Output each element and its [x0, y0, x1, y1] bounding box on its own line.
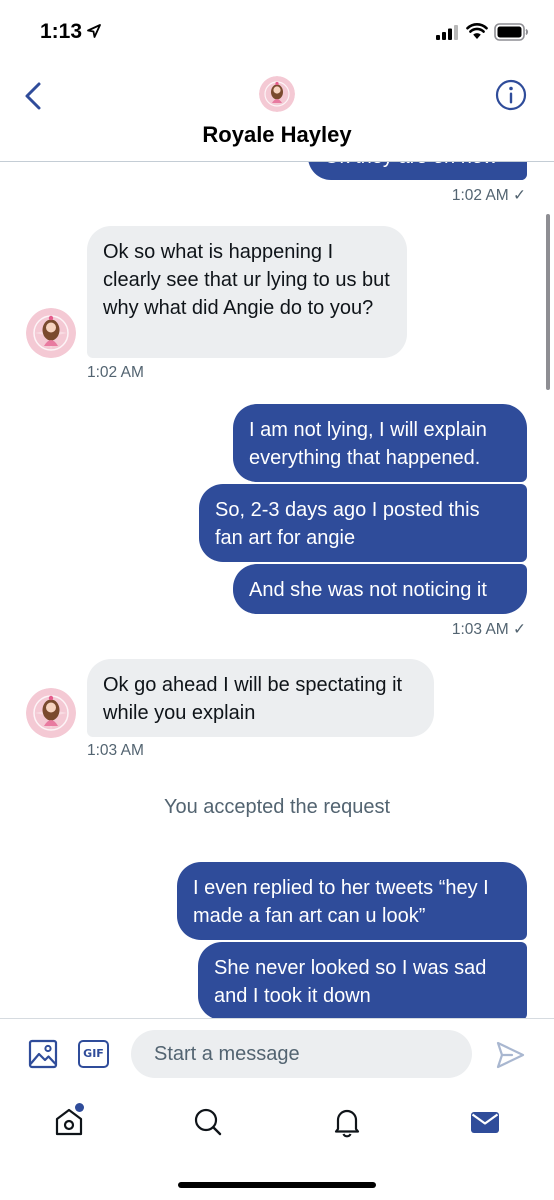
message-composer: GIF [0, 1018, 554, 1094]
bell-icon [334, 1109, 360, 1138]
message-timestamp: 1:02 AM ✓ [451, 187, 526, 204]
avatar[interactable] [26, 308, 76, 358]
bottom-tab-bar [0, 1094, 554, 1200]
avatar[interactable] [259, 76, 295, 112]
outgoing-message[interactable]: I even replied to her tweets “hey I made… [177, 862, 527, 940]
incoming-message[interactable]: Ok so what is happening I clearly see th… [87, 226, 407, 358]
incoming-message[interactable]: Ok go ahead I will be spectating it whil… [87, 659, 434, 737]
home-indicator[interactable] [178, 1182, 376, 1188]
avatar[interactable] [26, 688, 76, 738]
outgoing-message[interactable]: She never looked so I was sad and I took… [198, 942, 527, 1018]
notification-dot [75, 1103, 84, 1112]
message-list[interactable]: Ok they are on now 1:02 AM ✓ Ok so what … [0, 162, 554, 1018]
message-timestamp: 1:03 AM [87, 742, 144, 759]
outgoing-message[interactable]: I am not lying, I will explain everythin… [233, 404, 527, 482]
outgoing-message[interactable]: So, 2-3 days ago I posted this fan art f… [199, 484, 527, 562]
message-input[interactable] [131, 1030, 472, 1078]
tab-home[interactable] [47, 1100, 91, 1144]
signal-icon [436, 25, 458, 40]
location-arrow-icon [87, 24, 101, 38]
status-bar: 1:13 [0, 0, 554, 64]
battery-icon [494, 23, 529, 41]
status-time: 1:13 [40, 20, 83, 43]
message-timestamp: 1:02 AM [87, 364, 144, 381]
outgoing-message[interactable]: Ok they are on now [308, 162, 527, 180]
system-message: You accepted the request [163, 796, 391, 818]
tab-messages[interactable] [463, 1100, 507, 1144]
mail-icon [471, 1112, 499, 1133]
tab-notifications[interactable] [325, 1100, 369, 1144]
outgoing-message[interactable]: And she was not noticing it [233, 564, 527, 614]
wifi-icon [466, 23, 488, 39]
info-icon[interactable] [494, 78, 528, 112]
message-timestamp: 1:03 AM ✓ [451, 621, 526, 638]
gif-button[interactable]: GIF [78, 1040, 109, 1068]
search-icon [194, 1108, 222, 1136]
send-icon[interactable] [494, 1039, 526, 1071]
back-chevron-icon[interactable] [20, 80, 46, 112]
scrollbar[interactable] [546, 214, 550, 390]
image-icon[interactable] [28, 1039, 58, 1069]
tab-search[interactable] [186, 1100, 230, 1144]
conversation-header: Royale Hayley [0, 64, 554, 162]
page-title: Royale Hayley [202, 122, 352, 147]
